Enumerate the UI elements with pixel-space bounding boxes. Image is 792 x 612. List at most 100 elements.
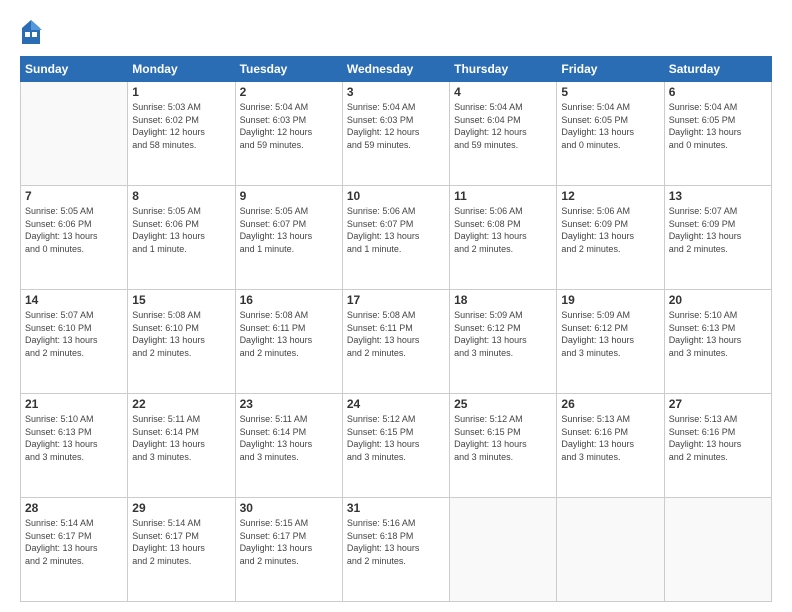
calendar-cell: 28 Sunrise: 5:14 AM Sunset: 6:17 PM Dayli… (21, 498, 128, 602)
day-number: 15 (132, 293, 230, 307)
day-number: 23 (240, 397, 338, 411)
calendar-header-monday: Monday (128, 57, 235, 82)
day-number: 13 (669, 189, 767, 203)
calendar-cell: 19 Sunrise: 5:09 AM Sunset: 6:12 PM Dayli… (557, 290, 664, 394)
day-number: 4 (454, 85, 552, 99)
day-number: 14 (25, 293, 123, 307)
calendar-cell: 9 Sunrise: 5:05 AM Sunset: 6:07 PM Daylig… (235, 186, 342, 290)
day-number: 19 (561, 293, 659, 307)
calendar-cell: 4 Sunrise: 5:04 AM Sunset: 6:04 PM Daylig… (450, 82, 557, 186)
day-info: Sunrise: 5:14 AM Sunset: 6:17 PM Dayligh… (25, 517, 123, 567)
calendar-cell: 18 Sunrise: 5:09 AM Sunset: 6:12 PM Dayli… (450, 290, 557, 394)
calendar-cell: 13Sunrise: 5:07 AM Sunset: 6:09 PM Dayli… (664, 186, 771, 290)
day-info: Sunrise: 5:10 AM Sunset: 6:13 PM Dayligh… (25, 413, 123, 463)
calendar-cell: 22 Sunrise: 5:11 AM Sunset: 6:14 PM Dayli… (128, 394, 235, 498)
day-info: Sunrise: 5:04 AM Sunset: 6:03 PM Dayligh… (347, 101, 445, 151)
day-info: Sunrise: 5:09 AM Sunset: 6:12 PM Dayligh… (454, 309, 552, 359)
day-number: 10 (347, 189, 445, 203)
calendar-cell: 3 Sunrise: 5:04 AM Sunset: 6:03 PM Daylig… (342, 82, 449, 186)
day-info: Sunrise: 5:06 AM Sunset: 6:09 PM Dayligh… (561, 205, 659, 255)
day-info: Sunrise: 5:08 AM Sunset: 6:11 PM Dayligh… (240, 309, 338, 359)
calendar-cell: 25 Sunrise: 5:12 AM Sunset: 6:15 PM Dayli… (450, 394, 557, 498)
day-number: 31 (347, 501, 445, 515)
calendar-cell: 24Sunrise: 5:12 AM Sunset: 6:15 PM Dayli… (342, 394, 449, 498)
calendar-week-4: 28 Sunrise: 5:14 AM Sunset: 6:17 PM Dayli… (21, 498, 772, 602)
day-number: 27 (669, 397, 767, 411)
day-number: 11 (454, 189, 552, 203)
day-number: 26 (561, 397, 659, 411)
calendar-cell: 14Sunrise: 5:07 AM Sunset: 6:10 PM Dayli… (21, 290, 128, 394)
day-info: Sunrise: 5:08 AM Sunset: 6:11 PM Dayligh… (347, 309, 445, 359)
header (20, 18, 772, 46)
day-number: 3 (347, 85, 445, 99)
calendar-cell: 23 Sunrise: 5:11 AM Sunset: 6:14 PM Dayli… (235, 394, 342, 498)
day-info: Sunrise: 5:04 AM Sunset: 6:05 PM Dayligh… (669, 101, 767, 151)
calendar-cell: 21 Sunrise: 5:10 AM Sunset: 6:13 PM Dayli… (21, 394, 128, 498)
day-number: 5 (561, 85, 659, 99)
calendar-cell: 10Sunrise: 5:06 AM Sunset: 6:07 PM Dayli… (342, 186, 449, 290)
calendar-cell (21, 82, 128, 186)
calendar-week-1: 7 Sunrise: 5:05 AM Sunset: 6:06 PM Daylig… (21, 186, 772, 290)
day-info: Sunrise: 5:04 AM Sunset: 6:03 PM Dayligh… (240, 101, 338, 151)
day-info: Sunrise: 5:13 AM Sunset: 6:16 PM Dayligh… (561, 413, 659, 463)
day-number: 22 (132, 397, 230, 411)
day-number: 9 (240, 189, 338, 203)
calendar-week-2: 14Sunrise: 5:07 AM Sunset: 6:10 PM Dayli… (21, 290, 772, 394)
calendar-header-thursday: Thursday (450, 57, 557, 82)
calendar-week-3: 21 Sunrise: 5:10 AM Sunset: 6:13 PM Dayli… (21, 394, 772, 498)
calendar-header-tuesday: Tuesday (235, 57, 342, 82)
calendar-cell (664, 498, 771, 602)
calendar-cell: 26 Sunrise: 5:13 AM Sunset: 6:16 PM Dayli… (557, 394, 664, 498)
calendar-cell: 29Sunrise: 5:14 AM Sunset: 6:17 PM Dayli… (128, 498, 235, 602)
calendar-cell: 17Sunrise: 5:08 AM Sunset: 6:11 PM Dayli… (342, 290, 449, 394)
calendar-cell: 20Sunrise: 5:10 AM Sunset: 6:13 PM Dayli… (664, 290, 771, 394)
calendar-cell: 30Sunrise: 5:15 AM Sunset: 6:17 PM Dayli… (235, 498, 342, 602)
calendar-cell (450, 498, 557, 602)
calendar-cell: 8Sunrise: 5:05 AM Sunset: 6:06 PM Daylig… (128, 186, 235, 290)
day-info: Sunrise: 5:11 AM Sunset: 6:14 PM Dayligh… (240, 413, 338, 463)
day-number: 1 (132, 85, 230, 99)
day-number: 7 (25, 189, 123, 203)
calendar-cell: 12 Sunrise: 5:06 AM Sunset: 6:09 PM Dayli… (557, 186, 664, 290)
day-info: Sunrise: 5:04 AM Sunset: 6:04 PM Dayligh… (454, 101, 552, 151)
calendar-cell: 15Sunrise: 5:08 AM Sunset: 6:10 PM Dayli… (128, 290, 235, 394)
day-info: Sunrise: 5:06 AM Sunset: 6:08 PM Dayligh… (454, 205, 552, 255)
day-number: 21 (25, 397, 123, 411)
calendar-cell: 2 Sunrise: 5:04 AM Sunset: 6:03 PM Daylig… (235, 82, 342, 186)
calendar-cell: 7 Sunrise: 5:05 AM Sunset: 6:06 PM Daylig… (21, 186, 128, 290)
day-number: 29 (132, 501, 230, 515)
day-number: 25 (454, 397, 552, 411)
calendar-header-saturday: Saturday (664, 57, 771, 82)
day-number: 2 (240, 85, 338, 99)
day-info: Sunrise: 5:12 AM Sunset: 6:15 PM Dayligh… (347, 413, 445, 463)
day-info: Sunrise: 5:13 AM Sunset: 6:16 PM Dayligh… (669, 413, 767, 463)
calendar-header-sunday: Sunday (21, 57, 128, 82)
calendar-table: SundayMondayTuesdayWednesdayThursdayFrid… (20, 56, 772, 602)
day-info: Sunrise: 5:15 AM Sunset: 6:17 PM Dayligh… (240, 517, 338, 567)
logo (20, 18, 48, 46)
day-info: Sunrise: 5:11 AM Sunset: 6:14 PM Dayligh… (132, 413, 230, 463)
calendar-cell: 1 Sunrise: 5:03 AM Sunset: 6:02 PM Daylig… (128, 82, 235, 186)
day-info: Sunrise: 5:05 AM Sunset: 6:07 PM Dayligh… (240, 205, 338, 255)
day-number: 6 (669, 85, 767, 99)
calendar-cell: 27 Sunrise: 5:13 AM Sunset: 6:16 PM Dayli… (664, 394, 771, 498)
calendar-cell: 11 Sunrise: 5:06 AM Sunset: 6:08 PM Dayli… (450, 186, 557, 290)
calendar-cell: 6 Sunrise: 5:04 AM Sunset: 6:05 PM Daylig… (664, 82, 771, 186)
day-info: Sunrise: 5:04 AM Sunset: 6:05 PM Dayligh… (561, 101, 659, 151)
day-info: Sunrise: 5:05 AM Sunset: 6:06 PM Dayligh… (25, 205, 123, 255)
day-number: 8 (132, 189, 230, 203)
day-number: 12 (561, 189, 659, 203)
calendar-cell: 5 Sunrise: 5:04 AM Sunset: 6:05 PM Daylig… (557, 82, 664, 186)
day-info: Sunrise: 5:10 AM Sunset: 6:13 PM Dayligh… (669, 309, 767, 359)
day-info: Sunrise: 5:12 AM Sunset: 6:15 PM Dayligh… (454, 413, 552, 463)
day-number: 28 (25, 501, 123, 515)
calendar-week-0: 1 Sunrise: 5:03 AM Sunset: 6:02 PM Daylig… (21, 82, 772, 186)
day-info: Sunrise: 5:03 AM Sunset: 6:02 PM Dayligh… (132, 101, 230, 151)
page: SundayMondayTuesdayWednesdayThursdayFrid… (0, 0, 792, 612)
day-number: 16 (240, 293, 338, 307)
calendar-header-friday: Friday (557, 57, 664, 82)
day-info: Sunrise: 5:09 AM Sunset: 6:12 PM Dayligh… (561, 309, 659, 359)
calendar-header-row: SundayMondayTuesdayWednesdayThursdayFrid… (21, 57, 772, 82)
calendar-header-wednesday: Wednesday (342, 57, 449, 82)
day-number: 18 (454, 293, 552, 307)
